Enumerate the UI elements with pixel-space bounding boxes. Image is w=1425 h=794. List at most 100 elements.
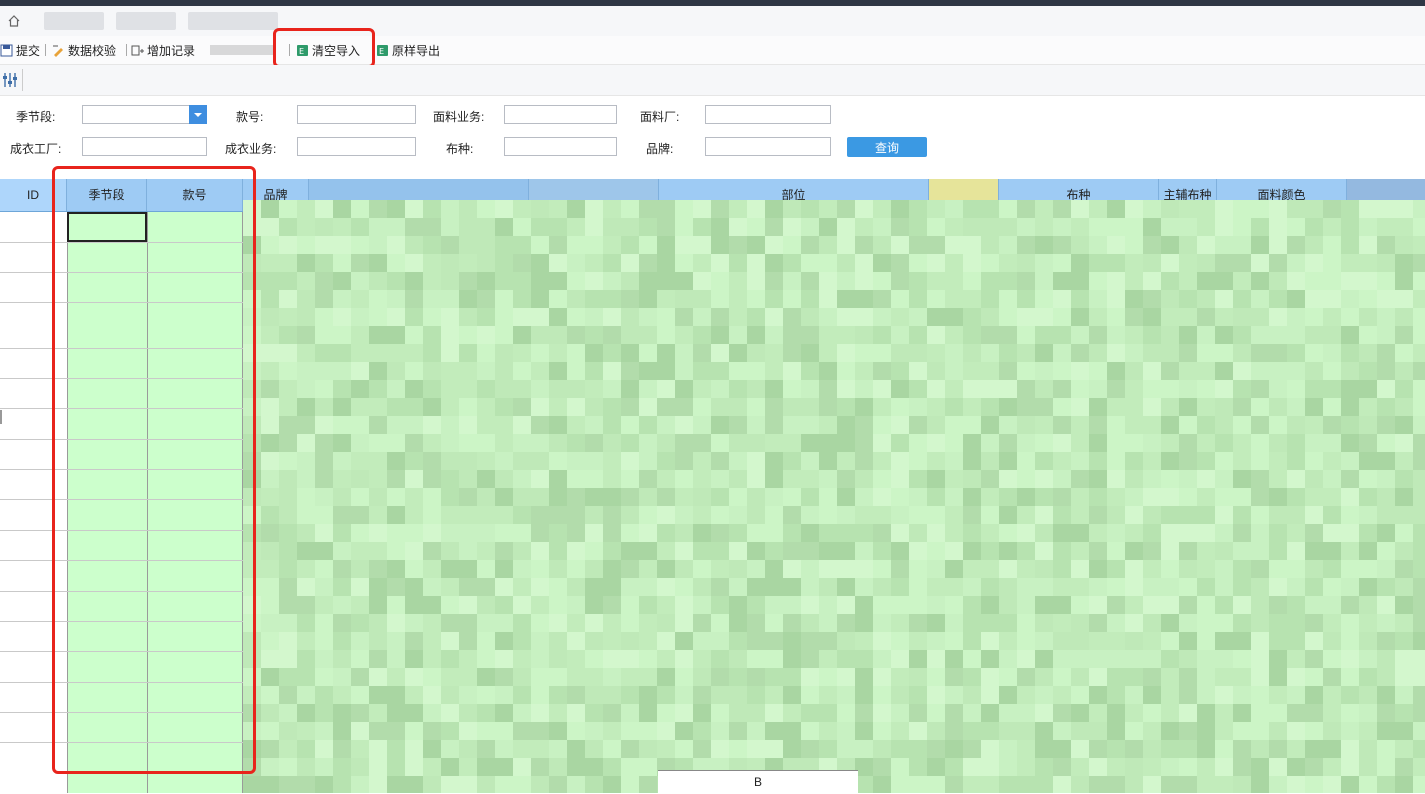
mosaic-tile: [873, 272, 891, 290]
mosaic-tile: [549, 704, 567, 722]
mosaic-tile: [1251, 614, 1269, 632]
mosaic-tile: [1269, 344, 1287, 362]
mosaic-tile: [603, 614, 621, 632]
fabric-sales-input[interactable]: [504, 105, 617, 124]
mosaic-tile: [1071, 326, 1089, 344]
blurred-tab[interactable]: [116, 12, 176, 30]
mosaic-tile: [1377, 254, 1395, 272]
mosaic-tile: [873, 362, 891, 380]
mosaic-tile: [405, 272, 423, 290]
submit-button[interactable]: 提交: [0, 41, 40, 59]
mosaic-tile: [477, 398, 495, 416]
mosaic-tile: [405, 362, 423, 380]
mosaic-tile: [999, 560, 1017, 578]
mosaic-tile: [1161, 722, 1179, 740]
mosaic-tile: [405, 308, 423, 326]
mosaic-tile: [1161, 740, 1179, 758]
mosaic-tile: [1323, 398, 1341, 416]
export-original-button[interactable]: E 原样导出: [376, 41, 440, 59]
home-icon[interactable]: [7, 14, 21, 28]
mosaic-tile: [711, 560, 729, 578]
garment-sales-input[interactable]: [297, 137, 416, 156]
mosaic-tile: [1161, 344, 1179, 362]
mosaic-tile: [369, 254, 387, 272]
mosaic-tile: [1215, 506, 1233, 524]
mosaic-tile: [963, 506, 981, 524]
mosaic-tile: [279, 650, 297, 668]
mosaic-tile: [999, 632, 1017, 650]
mosaic-tile: [1215, 344, 1233, 362]
mosaic-tile: [1341, 470, 1359, 488]
mosaic-tile: [1125, 398, 1143, 416]
mosaic-tile: [1125, 344, 1143, 362]
mosaic-tile: [351, 218, 369, 236]
mosaic-tile: [675, 290, 693, 308]
mosaic-tile: [783, 290, 801, 308]
mosaic-tile: [621, 560, 639, 578]
mosaic-tile: [819, 740, 837, 758]
mosaic-tile: [315, 218, 333, 236]
mosaic-tile: [369, 380, 387, 398]
garment-factory-input[interactable]: [82, 137, 207, 156]
mosaic-tile: [1089, 308, 1107, 326]
mosaic-tile: [405, 326, 423, 344]
mosaic-tile: [1323, 632, 1341, 650]
mosaic-tile: [891, 434, 909, 452]
blurred-tab[interactable]: [44, 12, 104, 30]
mosaic-tile: [945, 488, 963, 506]
mosaic-tile: [1341, 632, 1359, 650]
mosaic-tile: [495, 650, 513, 668]
mosaic-tile: [927, 326, 945, 344]
mosaic-tile: [441, 578, 459, 596]
fabric-factory-input[interactable]: [705, 105, 831, 124]
mosaic-tile: [1251, 740, 1269, 758]
mosaic-tile: [801, 326, 819, 344]
mosaic-tile: [1125, 236, 1143, 254]
mosaic-tile: [1179, 326, 1197, 344]
mosaic-tile: [477, 524, 495, 542]
mosaic-tile: [1323, 560, 1341, 578]
mosaic-tile: [369, 362, 387, 380]
mosaic-tile: [621, 596, 639, 614]
query-button[interactable]: 查询: [847, 137, 927, 157]
style-input[interactable]: [297, 105, 416, 124]
mosaic-tile: [783, 434, 801, 452]
mosaic-tile: [477, 434, 495, 452]
mosaic-tile: [441, 272, 459, 290]
mosaic-tile: [441, 434, 459, 452]
mosaic-tile: [369, 578, 387, 596]
mosaic-tile: [1341, 488, 1359, 506]
mosaic-tile: [819, 542, 837, 560]
mosaic-tile: [369, 614, 387, 632]
blurred-toolbar-button[interactable]: [210, 41, 282, 59]
mosaic-tile: [1287, 272, 1305, 290]
mosaic-tile: [1215, 416, 1233, 434]
mosaic-tile: [837, 272, 855, 290]
mosaic-tile: [1269, 632, 1287, 650]
mosaic-tile: [459, 722, 477, 740]
filter-settings-icon[interactable]: [2, 71, 18, 89]
validate-button[interactable]: 数据校验: [52, 41, 116, 59]
brand-input[interactable]: [705, 137, 831, 156]
mosaic-tile: [279, 560, 297, 578]
mosaic-tile: [567, 362, 585, 380]
mosaic-tile: [765, 218, 783, 236]
mosaic-tile: [1017, 452, 1035, 470]
mosaic-tile: [279, 704, 297, 722]
mosaic-tile: [981, 254, 999, 272]
mosaic-tile: [531, 632, 549, 650]
toolbar-divider: [45, 44, 46, 56]
mosaic-tile: [351, 308, 369, 326]
mosaic-tile: [945, 686, 963, 704]
add-record-button[interactable]: 增加记录: [131, 41, 195, 59]
chevron-down-icon[interactable]: [189, 105, 207, 124]
mosaic-tile: [279, 470, 297, 488]
blurred-tab[interactable]: [188, 12, 278, 30]
mosaic-tile: [315, 326, 333, 344]
mosaic-tile: [1107, 488, 1125, 506]
mosaic-tile: [405, 668, 423, 686]
mosaic-tile: [891, 578, 909, 596]
fabric-type-input[interactable]: [504, 137, 617, 156]
mosaic-tile: [549, 254, 567, 272]
mosaic-tile: [297, 416, 315, 434]
